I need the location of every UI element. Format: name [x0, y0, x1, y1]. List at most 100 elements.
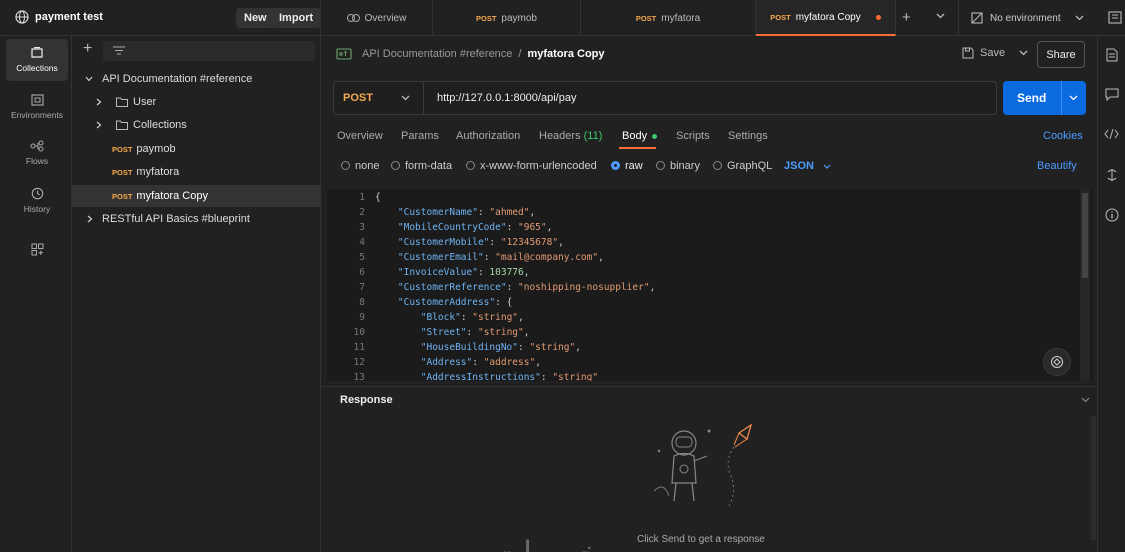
ai-assist-button[interactable] — [1043, 348, 1071, 376]
radio-binary[interactable]: binary — [656, 160, 700, 172]
rail-label: Flows — [25, 156, 49, 166]
configure-sidebar-icon[interactable] — [31, 243, 44, 256]
code-editor[interactable]: 1 {2 "CustomerName": "ahmed", 3 "MobileCou… — [327, 189, 1093, 381]
tab-myfatora[interactable]: POST myfatora — [581, 0, 756, 36]
url-input[interactable]: http://127.0.0.1:8000/api/pay — [437, 92, 576, 104]
breadcrumb-parent[interactable]: API Documentation #reference — [362, 48, 512, 60]
tab-request-overview[interactable]: Overview — [337, 130, 383, 142]
workspace-name[interactable]: payment test — [35, 11, 103, 23]
related-icon[interactable] — [1106, 168, 1118, 182]
history-icon — [31, 187, 44, 200]
new-button[interactable]: New — [236, 8, 275, 28]
json-value: "string" — [472, 312, 519, 323]
tab-params[interactable]: Params — [401, 130, 439, 142]
tab-paymob[interactable]: POST paymob — [433, 0, 581, 36]
json-key: "CustomerMobile" — [397, 237, 490, 248]
json-key: "Street" — [420, 327, 467, 338]
json-key: "AddressInstructions" — [420, 372, 541, 381]
right-rail — [1097, 36, 1125, 552]
json-value: "string" — [552, 372, 599, 381]
chevron-down-icon — [401, 95, 410, 101]
rail-collections[interactable]: Collections — [6, 39, 68, 81]
headers-label: Headers — [539, 130, 581, 142]
save-button[interactable]: Save — [962, 47, 1028, 59]
request-title[interactable]: myfatora Copy — [527, 48, 604, 60]
method-select[interactable]: POST — [334, 82, 424, 114]
request-myfatora[interactable]: POST myfatora — [72, 161, 320, 183]
radio-raw[interactable]: raw — [611, 160, 643, 172]
rail-flows[interactable]: Flows — [6, 132, 68, 174]
request-paymob[interactable]: POST paymob — [72, 138, 320, 160]
tab-settings[interactable]: Settings — [728, 130, 768, 142]
environments-icon — [30, 94, 44, 106]
beautify-link[interactable]: Beautify — [1037, 160, 1077, 172]
radio-urlencoded[interactable]: x-www-form-urlencoded — [466, 160, 597, 172]
environment-quicklook-icon[interactable] — [1108, 11, 1122, 24]
info-icon[interactable] — [1105, 208, 1119, 222]
radio-icon — [341, 161, 350, 170]
tab-headers[interactable]: Headers (11) — [539, 130, 602, 142]
json-key: "InvoiceValue" — [397, 267, 478, 278]
import-button[interactable]: Import — [271, 8, 322, 28]
chevron-down-icon[interactable] — [936, 13, 945, 19]
environment-selector[interactable]: No environment — [958, 0, 1097, 36]
left-rail: Collections Environments Flows History — [0, 36, 72, 552]
rail-label: History — [23, 203, 51, 214]
rail-history[interactable]: History — [6, 179, 68, 221]
radio-form-data[interactable]: form-data — [391, 160, 452, 172]
collections-icon — [30, 47, 44, 59]
tab-authorization[interactable]: Authorization — [456, 130, 520, 142]
unsaved-dot-icon — [875, 14, 881, 20]
format-label: JSON — [784, 160, 814, 172]
code-line: "Block": "string", — [420, 312, 524, 323]
code-line: "InvoiceValue": 103776, — [397, 267, 530, 278]
chevron-down-icon[interactable] — [1081, 397, 1090, 403]
code-line: { — [375, 192, 381, 203]
json-key: "Address" — [420, 357, 473, 368]
save-icon — [962, 47, 974, 59]
collection-api-documentation[interactable]: API Documentation #reference — [72, 68, 320, 90]
radio-icon — [656, 161, 665, 170]
code-icon[interactable] — [1104, 128, 1119, 140]
line-number: 1 — [359, 192, 365, 203]
url-bar: POST http://127.0.0.1:8000/api/pay — [333, 81, 997, 115]
request-myfatora-copy[interactable]: POST myfatora Copy — [72, 185, 320, 207]
line-number: 6 — [359, 267, 365, 278]
sidebar-search-input[interactable] — [103, 41, 315, 61]
chevron-down-icon[interactable] — [1069, 95, 1078, 101]
tab-body[interactable]: Body — [622, 130, 658, 142]
json-key: "CustomerReference" — [397, 282, 507, 293]
filter-icon — [113, 46, 125, 55]
rail-environments[interactable]: Environments — [6, 86, 68, 128]
tab-label: paymob — [501, 12, 537, 24]
method-label: POST — [343, 92, 373, 104]
folder-user[interactable]: User — [72, 91, 320, 113]
editor-scrollbar[interactable] — [1080, 189, 1090, 381]
line-number: 10 — [353, 327, 365, 338]
tab-scripts[interactable]: Scripts — [676, 130, 710, 142]
radio-graphql[interactable]: GraphQL — [713, 160, 772, 172]
line-number: 3 — [359, 222, 365, 233]
chevron-right-icon — [96, 121, 102, 129]
plus-icon[interactable]: + — [902, 10, 911, 25]
tab-myfatora-copy[interactable]: POST myfatora Copy — [756, 0, 896, 36]
cookies-link[interactable]: Cookies — [1043, 130, 1083, 142]
collection-restful-api-basics[interactable]: RESTful API Basics #blueprint — [72, 208, 320, 230]
radio-none[interactable]: none — [341, 160, 379, 172]
breadcrumb-separator: / — [518, 48, 522, 60]
send-button[interactable]: Send — [1017, 91, 1046, 105]
line-number: 9 — [359, 312, 365, 323]
scrollbar-thumb[interactable] — [1082, 193, 1088, 278]
documentation-icon[interactable] — [1106, 48, 1118, 62]
request-editor: API Documentation #reference / myfatora … — [321, 36, 1097, 552]
format-select[interactable]: JSON — [784, 160, 831, 172]
folder-collections[interactable]: Collections — [72, 114, 320, 136]
tab-overview[interactable]: Overview — [321, 0, 433, 36]
request-name: myfatora — [136, 166, 180, 178]
response-scrollbar[interactable] — [1091, 416, 1096, 540]
add-collection-icon[interactable]: + — [83, 41, 92, 57]
comments-icon[interactable] — [1105, 88, 1119, 101]
breadcrumb: API Documentation #reference / myfatora … — [362, 48, 605, 60]
json-value: "ahmed" — [489, 207, 530, 218]
share-button[interactable]: Share — [1037, 41, 1085, 68]
